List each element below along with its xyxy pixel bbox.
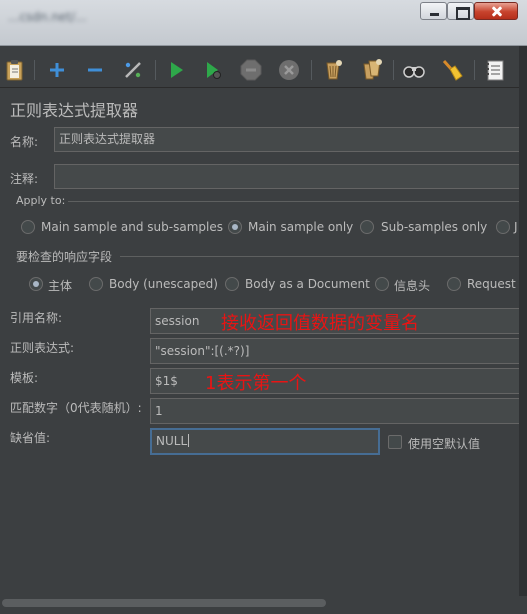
clear-all-icon[interactable] <box>359 58 383 82</box>
start-no-pauses-icon[interactable] <box>201 58 225 82</box>
minimize-button[interactable] <box>420 2 447 20</box>
radio-jmeter-variable-label: J <box>514 220 518 234</box>
regex-label: 正则表达式: <box>10 341 75 355</box>
close-icon <box>475 3 517 19</box>
radio-request-headers[interactable] <box>447 277 461 291</box>
radio-body-label: 主体 <box>48 279 73 293</box>
reset-search-broom-icon[interactable] <box>440 58 464 82</box>
close-button[interactable] <box>474 2 518 20</box>
regex-field[interactable]: "session":[(.*?)] <box>150 338 522 364</box>
use-empty-default-label: 使用空默认值 <box>408 437 481 451</box>
match-no-field[interactable]: 1 <box>150 398 522 424</box>
window-title-bar: ...csdn.net/... <box>0 0 527 46</box>
default-value-field[interactable]: NULL <box>150 428 380 455</box>
radio-main-only-label: Main sample only <box>248 220 354 234</box>
radio-body-as-document-label: Body as a Document <box>245 277 370 291</box>
radio-sub-only-label: Sub-samples only <box>381 220 488 234</box>
radio-request-headers-label: Request I <box>467 277 524 291</box>
remove-icon[interactable] <box>83 58 107 82</box>
maximize-button[interactable] <box>447 2 474 20</box>
window-title: ...csdn.net/... <box>8 10 87 24</box>
default-value-label: 缺省值: <box>10 431 51 445</box>
radio-body-unescaped-label: Body (unescaped) <box>109 277 218 291</box>
radio-jmeter-variable[interactable] <box>496 220 510 234</box>
template-annotation: 1表示第一个 <box>205 373 307 394</box>
toggle-wand-icon[interactable] <box>121 58 145 82</box>
template-label: 模板: <box>10 371 39 385</box>
maximize-icon <box>448 3 473 20</box>
radio-main-only[interactable] <box>228 220 242 234</box>
radio-headers-label: 信息头 <box>394 279 431 293</box>
toolbar-separator <box>393 60 394 80</box>
default-value-text: NULL <box>156 434 188 448</box>
field-to-check-legend: 要检查的响应字段 <box>16 250 113 264</box>
radio-body[interactable] <box>29 277 43 291</box>
use-empty-default-checkbox[interactable] <box>388 435 402 449</box>
regex-extractor-panel: 正则表达式提取器 名称: 正则表达式提取器 注释: Apply to: Main… <box>0 90 527 595</box>
group-border <box>120 256 519 257</box>
toolbar <box>0 52 527 88</box>
add-icon[interactable] <box>45 58 69 82</box>
stop-icon[interactable] <box>239 58 263 82</box>
reference-name-label: 引用名称: <box>10 311 63 325</box>
toolbar-separator <box>474 60 475 80</box>
toolbar-separator <box>155 60 156 80</box>
minimize-icon <box>421 3 446 19</box>
group-border <box>68 201 519 202</box>
text-cursor <box>188 434 190 447</box>
radio-body-unescaped[interactable] <box>89 277 103 291</box>
radio-sub-only[interactable] <box>360 220 374 234</box>
comments-label: 注释: <box>10 172 39 186</box>
comments-field[interactable] <box>54 164 524 189</box>
radio-body-as-document[interactable] <box>225 277 239 291</box>
horizontal-scrollbar-thumb[interactable] <box>2 599 326 607</box>
reference-name-annotation: 接收返回值数据的变量名 <box>221 313 419 334</box>
horizontal-scrollbar[interactable] <box>0 596 527 614</box>
shutdown-icon[interactable] <box>277 58 301 82</box>
radio-headers[interactable] <box>375 277 389 291</box>
function-helper-icon[interactable] <box>483 58 507 82</box>
radio-main-and-sub-label: Main sample and sub-samples <box>41 220 223 234</box>
clear-icon[interactable] <box>321 58 345 82</box>
toolbar-separator <box>311 60 312 80</box>
start-icon[interactable] <box>164 58 188 82</box>
clipboard-icon[interactable] <box>3 58 27 82</box>
name-field[interactable]: 正则表达式提取器 <box>54 127 524 152</box>
right-scrollbar-track[interactable] <box>519 46 527 596</box>
apply-to-legend: Apply to: <box>16 194 66 207</box>
search-binoculars-icon[interactable] <box>402 58 426 82</box>
radio-main-and-sub[interactable] <box>21 220 35 234</box>
match-no-label: 匹配数字（0代表随机）: <box>10 401 142 415</box>
page-title: 正则表达式提取器 <box>10 101 139 120</box>
toolbar-separator <box>34 60 35 80</box>
name-label: 名称: <box>10 135 39 149</box>
